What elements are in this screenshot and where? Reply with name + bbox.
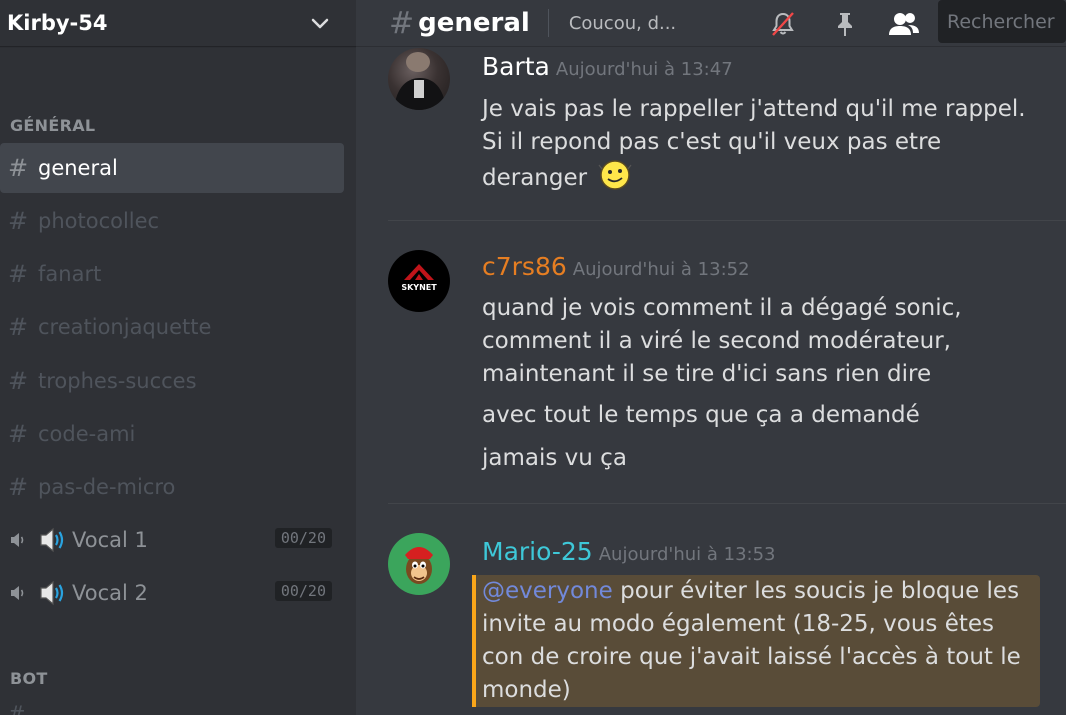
message-divider (388, 220, 1066, 221)
message-timestamp: Aujourd'hui à 13:47 (555, 59, 733, 80)
server-header[interactable]: Kirby-54 (0, 0, 356, 46)
channel-label: pas-de-micro (38, 475, 176, 499)
channel-label: creationjaquette (38, 315, 212, 339)
message-author[interactable]: Barta Aujourd'hui à 13:47 (482, 52, 733, 81)
channel-label: fanart (38, 262, 102, 286)
category-bot[interactable]: BOT (10, 669, 48, 688)
speaker-emoji-icon (32, 579, 72, 607)
voice-channel-label: Vocal 1 (72, 528, 148, 552)
search-placeholder: Rechercher (947, 10, 1055, 33)
everyone-mention[interactable]: @everyone (482, 578, 613, 604)
speaker-emoji-icon (32, 526, 72, 554)
hash-icon: # (8, 313, 29, 341)
hash-icon: # (8, 367, 29, 395)
hash-icon: # (8, 702, 26, 715)
channel-label: code-ami (38, 422, 136, 446)
category-general[interactable]: GÉNÉRAL (10, 116, 95, 135)
message-content: quand je vois comment il a dégagé sonic,… (482, 295, 962, 387)
sidebar-item-creationjaquette[interactable]: # creationjaquette (0, 302, 344, 352)
hash-icon: # (389, 5, 415, 41)
user-limit-badge: 00/20 (274, 528, 332, 548)
message-content: Je vais pas le rappeller j'attend qu'il … (482, 93, 1042, 201)
author-name: Mario-25 (482, 537, 593, 566)
sidebar-item-code-ami[interactable]: # code-ami (0, 409, 344, 459)
chevron-down-icon[interactable] (308, 11, 332, 35)
bell-muted-icon[interactable] (768, 9, 798, 39)
avatar[interactable] (388, 533, 450, 595)
member-list-icon[interactable] (886, 9, 922, 39)
speaker-icon (8, 583, 32, 603)
header-divider (547, 9, 549, 37)
hash-icon: # (8, 473, 29, 501)
sidebar-item-trophes-succes[interactable]: # trophes-succes (0, 356, 344, 406)
message-content: @everyone pour éviter les soucis je bloq… (482, 575, 1030, 707)
channel-label: photocollec (38, 209, 160, 233)
hash-icon: # (8, 420, 29, 448)
speaker-icon (8, 530, 32, 550)
search-input[interactable]: Rechercher (938, 0, 1066, 43)
slightly-smiling-emoji-icon (598, 159, 632, 201)
avatar[interactable] (388, 48, 450, 110)
message-content: avec tout le temps que ça a demandé (482, 402, 920, 428)
author-name: Barta (482, 52, 550, 81)
hash-icon: # (8, 260, 29, 288)
sidebar-item-fanart[interactable]: # fanart (0, 249, 344, 299)
server-name: Kirby-54 (7, 11, 108, 35)
pin-icon[interactable] (830, 9, 860, 39)
channel-label: general (38, 156, 118, 180)
message-divider (388, 503, 1066, 504)
avatar[interactable]: SKYNET (388, 250, 450, 312)
sidebar-item-vocal-1[interactable]: Vocal 1 00/20 (0, 515, 344, 565)
sidebar-item-vocal-2[interactable]: Vocal 2 00/20 (0, 568, 344, 618)
channel-label: trophes-succes (38, 369, 197, 393)
message-list[interactable]: Barta Aujourd'hui à 13:47 Je vais pas le … (356, 46, 1066, 715)
message-timestamp: Aujourd'hui à 13:53 (598, 544, 776, 565)
message-author[interactable]: c7rs86 Aujourd'hui à 13:52 (482, 252, 750, 281)
channel-title: general (418, 8, 530, 38)
author-name: c7rs86 (482, 252, 567, 281)
sidebar-item-photocollec[interactable]: # photocollec (0, 196, 344, 246)
user-limit-badge: 00/20 (274, 581, 332, 601)
channel-sidebar: Kirby-54 GÉNÉRAL # general # photocollec… (0, 0, 356, 715)
channel-header: # general Coucou, d... Rechercher (356, 0, 1066, 46)
sidebar-item-pas-de-micro[interactable]: # pas-de-micro (0, 462, 344, 512)
avatar-logo-text: SKYNET (401, 283, 437, 292)
hash-icon: # (8, 154, 29, 182)
hash-icon: # (8, 207, 29, 235)
message-text: Je vais pas le rappeller j'attend qu'il … (482, 96, 1026, 191)
message-timestamp: Aujourd'hui à 13:52 (572, 259, 750, 280)
channel-topic[interactable]: Coucou, d... (569, 13, 676, 34)
sidebar-item-general[interactable]: # general (0, 143, 344, 193)
voice-channel-label: Vocal 2 (72, 581, 148, 605)
message-content: jamais vu ça (482, 445, 627, 471)
message-author[interactable]: Mario-25 Aujourd'hui à 13:53 (482, 537, 775, 566)
